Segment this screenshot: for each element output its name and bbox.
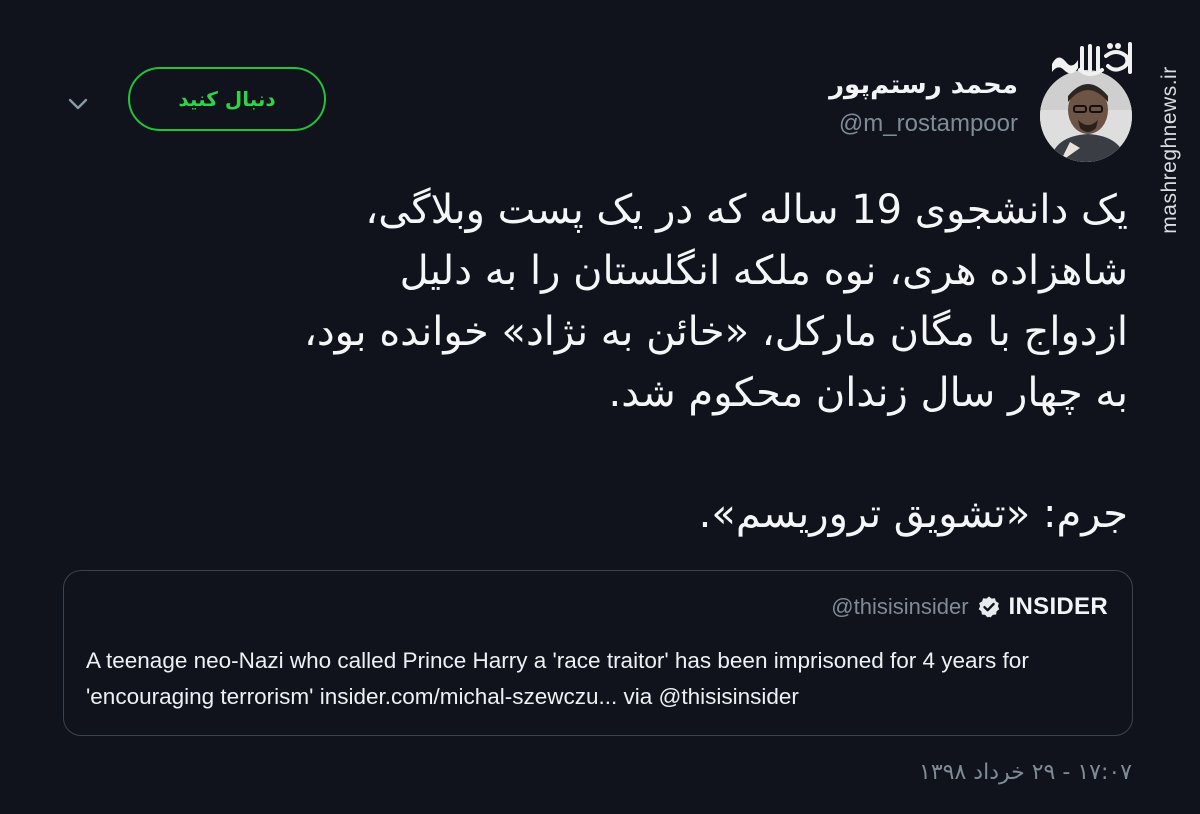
tweet-line: ازدواج با مگان مارکل، «خائن به نژاد» خوا…: [303, 309, 1128, 355]
tweet-line: شاهزاده هری، نوه ملکه انگلستان را به دلی…: [399, 248, 1128, 294]
verified-badge-icon: [977, 595, 1001, 619]
quoted-author-name: INSIDER: [1008, 593, 1108, 620]
author-avatar[interactable]: [1040, 70, 1132, 162]
site-watermark: mashreghnews.ir: [1158, 66, 1181, 234]
tweet-menu-chevron-icon[interactable]: [62, 88, 94, 120]
author-handle[interactable]: @m_rostampoor: [839, 110, 1018, 138]
tweet-crime-line: جرم: «تشویق تروریسم».: [698, 491, 1128, 537]
quoted-tweet-text: A teenage neo-Nazi who called Prince Har…: [86, 648, 1029, 709]
tweet-line: به چهار سال زندان محکوم شد.: [608, 370, 1128, 416]
quoted-tweet-header: @thisisinsider INSIDER: [831, 593, 1108, 621]
tweet-text: یک دانشجوی 19 ساله که در یک پست وبلاگی، …: [48, 180, 1128, 424]
mashregh-logo: [1052, 42, 1132, 76]
quoted-author-handle: @thisisinsider: [831, 594, 969, 619]
tweet-line: یک دانشجوی 19 ساله که در یک پست وبلاگی،: [365, 187, 1128, 233]
follow-button[interactable]: دنبال کنید: [128, 67, 326, 131]
tweet-timestamp[interactable]: ۱۷:۰۷ - ۲۹ خرداد ۱۳۹۸: [919, 760, 1132, 785]
author-name[interactable]: محمد رستم‌پور: [829, 70, 1018, 100]
quoted-tweet-card[interactable]: @thisisinsider INSIDER A teenage neo-Naz…: [63, 570, 1133, 736]
